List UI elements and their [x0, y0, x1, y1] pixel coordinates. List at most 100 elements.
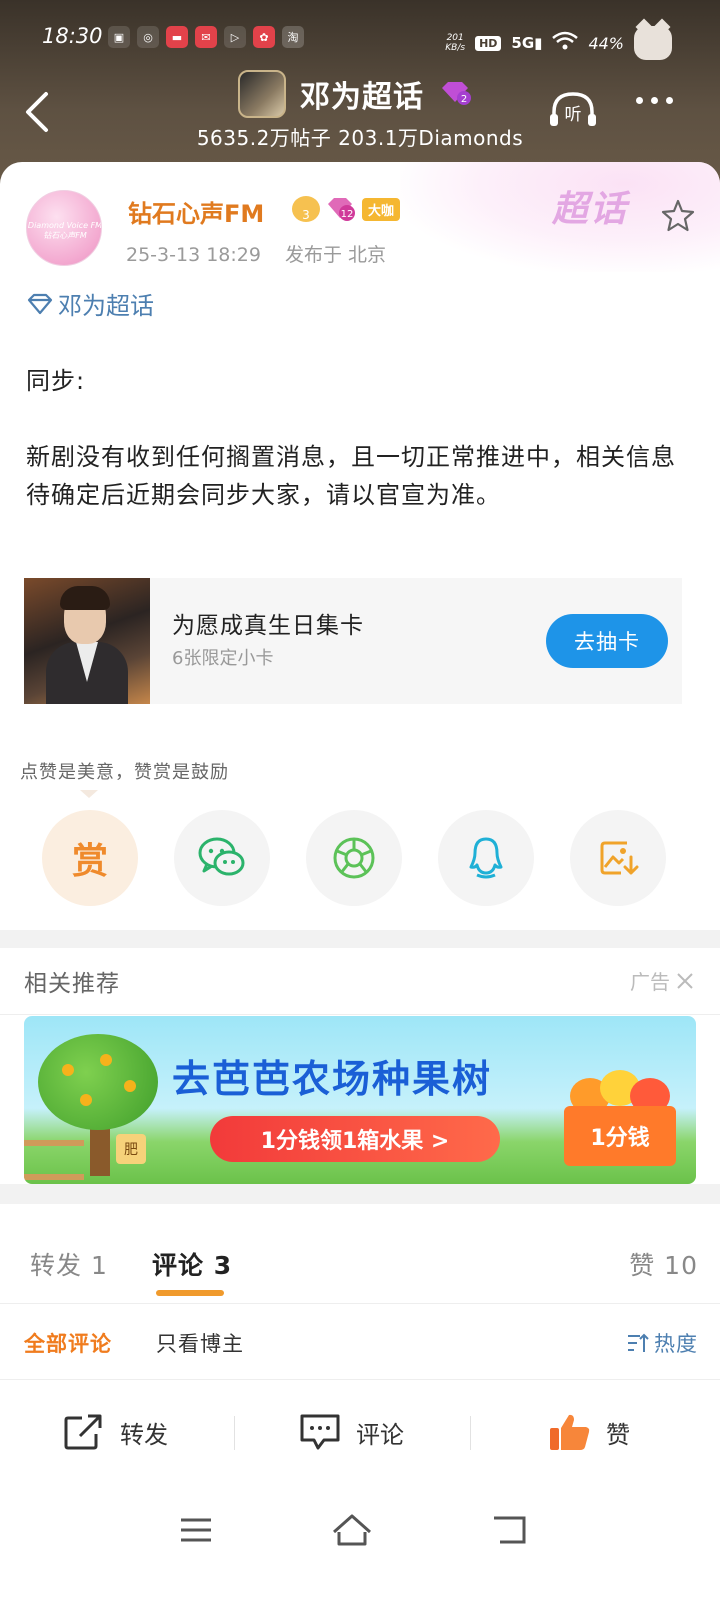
hd-badge: HD — [475, 35, 502, 51]
post-location: 发布于 北京 — [285, 244, 387, 266]
tab-likes[interactable]: 赞 10 — [629, 1246, 698, 1282]
star-icon — [661, 199, 695, 232]
share-qq-button[interactable] — [438, 810, 534, 906]
status-bar: 18:30 ▣ ◎ ▬ ✉ ▷ ✿ 淘 201 KB/s HD 5G▮ 44% — [0, 22, 720, 60]
home-icon — [333, 1514, 371, 1546]
ad-banner[interactable]: 肥 去芭芭农场种果树 1分钱领1箱水果 > 1分钱 — [24, 1016, 696, 1184]
headphones-icon: 听 — [550, 92, 596, 126]
favorite-button[interactable] — [660, 198, 696, 234]
status-right: 201 KB/s HD 5G▮ 44% — [445, 26, 672, 60]
crown-badge-icon: 3 — [292, 196, 320, 222]
more-options-button[interactable] — [636, 97, 673, 104]
moments-icon — [333, 837, 375, 879]
comment-label: 评论 — [356, 1420, 404, 1449]
system-nav-bar — [0, 1490, 720, 1600]
promo-card[interactable]: 为愿成真生日集卡 6张限定小卡 去抽卡 — [24, 578, 682, 704]
topic-avatar[interactable] — [238, 70, 286, 118]
like-button[interactable]: 赞 — [548, 1412, 630, 1452]
sort-button[interactable]: 热度 — [626, 1328, 698, 1358]
filter-owner-only[interactable]: 只看博主 — [156, 1328, 244, 1358]
action-bar: 转发 评论 赞 — [0, 1390, 720, 1478]
thumbs-up-icon — [550, 1414, 590, 1450]
box-label: 1分钱 — [590, 1126, 650, 1151]
share-moments-button[interactable] — [306, 810, 402, 906]
fruit-tree-icon — [38, 1034, 158, 1130]
hint-arrow — [80, 790, 98, 798]
repost-icon — [64, 1414, 102, 1450]
battery-level: 44% — [588, 33, 624, 53]
listen-label: 听 — [565, 105, 582, 125]
author-avatar[interactable]: Diamond Voice FM 钻石心声FM — [26, 190, 102, 266]
taobao-icon: 淘 — [282, 26, 304, 48]
section-gap — [0, 1184, 720, 1204]
draw-card-button[interactable]: 去抽卡 — [546, 614, 668, 668]
listen-button[interactable]: 听 — [548, 90, 598, 130]
tab-active-indicator — [156, 1290, 224, 1296]
signal-icon: 5G▮ — [511, 34, 543, 52]
repost-button[interactable]: 转发 — [62, 1412, 168, 1452]
save-image-button[interactable] — [570, 810, 666, 906]
author-badges: 3 12 大咖 — [292, 196, 401, 222]
wechat-icon — [198, 837, 245, 876]
comment-button[interactable]: 评论 — [298, 1412, 404, 1452]
fertilizer-bag-icon: 肥 — [116, 1134, 146, 1164]
play-icon: ▷ — [224, 26, 246, 48]
topic-level-gem-icon: 2 — [438, 80, 472, 106]
gem-level-badge-icon: 12 — [326, 196, 356, 222]
post-paragraph: 新剧没有收到任何搁置消息，且一切正常推进中，相关信息待确定后近期会同步大家，请以… — [26, 443, 676, 509]
gem-level: 12 — [341, 209, 354, 220]
back-nav-button[interactable] — [480, 1510, 540, 1550]
app-gift-icon: ✿ — [253, 26, 275, 48]
wifi-icon — [552, 31, 579, 55]
ad-label: 广告 — [630, 970, 670, 994]
action-divider — [470, 1416, 471, 1450]
post-tabs: 转发 1 评论 3 赞 10 — [0, 1220, 720, 1304]
like-label: 赞 — [606, 1420, 630, 1449]
recommend-header: 相关推荐 广告 — [0, 950, 720, 1014]
comment-filters: 全部评论 只看博主 热度 — [0, 1304, 720, 1380]
gallery-icon: ▣ — [108, 26, 130, 48]
menu-button[interactable] — [166, 1510, 226, 1550]
ad-close-button[interactable]: 广告 — [630, 966, 694, 995]
share-row: 赏 — [0, 810, 720, 906]
net-speed-unit: KB/s — [445, 43, 466, 53]
sort-label: 热度 — [654, 1332, 698, 1356]
tab-comments[interactable]: 评论 3 — [152, 1246, 232, 1282]
mail-icon: ✉ — [195, 26, 217, 48]
post-meta: 25-3-13 18:29 发布于 北京 — [126, 240, 404, 267]
notification-icons: ▣ ◎ ▬ ✉ ▷ ✿ 淘 — [108, 26, 304, 48]
tab-repost[interactable]: 转发 1 — [30, 1246, 108, 1282]
author-name[interactable]: 钻石心声FM — [128, 194, 264, 229]
topic-title: 邓为超话 — [300, 80, 424, 115]
vip-badge: 大咖 — [362, 197, 401, 221]
section-gap — [0, 930, 720, 948]
fence-decoration — [24, 1140, 84, 1180]
home-button[interactable] — [322, 1510, 382, 1550]
promo-subtitle: 6张限定小卡 — [172, 648, 274, 669]
promo-title: 为愿成真生日集卡 — [172, 613, 364, 639]
qq-icon — [469, 837, 503, 879]
save-image-icon — [600, 841, 639, 875]
reward-button[interactable]: 赏 — [42, 810, 138, 906]
status-time: 18:30 — [42, 24, 103, 48]
close-icon — [677, 972, 693, 989]
banner-cta[interactable]: 1分钱领1箱水果 > — [210, 1116, 500, 1162]
topic-tag-link[interactable]: 邓为超话 — [26, 286, 154, 321]
filter-all-comments[interactable]: 全部评论 — [24, 1328, 112, 1358]
post-paragraph: 同步: — [26, 367, 86, 395]
cat-avatar-icon — [634, 26, 672, 60]
crown-level: 3 — [302, 208, 310, 222]
action-divider — [234, 1416, 235, 1450]
topic-stats: 5635.2万帖子 203.1万Diamonds — [196, 126, 524, 150]
diamond-icon — [27, 293, 53, 314]
net-speed-value: 201 — [446, 33, 464, 43]
post-body: 同步: 新剧没有收到任何搁置消息，且一切正常推进中，相关信息待确定后近期会同步大… — [26, 362, 694, 514]
post-card: 超话 Diamond Voice FM 钻石心声FM 钻石心声FM 3 12 大… — [0, 162, 720, 942]
promo-image — [24, 578, 150, 704]
sort-icon — [628, 1333, 649, 1352]
weibo-icon: ◎ — [137, 26, 159, 48]
share-wechat-button[interactable] — [174, 810, 270, 906]
recommend-divider — [0, 1014, 720, 1015]
fruit-box-icon: 1分钱 — [564, 1070, 676, 1166]
return-icon — [494, 1516, 526, 1544]
